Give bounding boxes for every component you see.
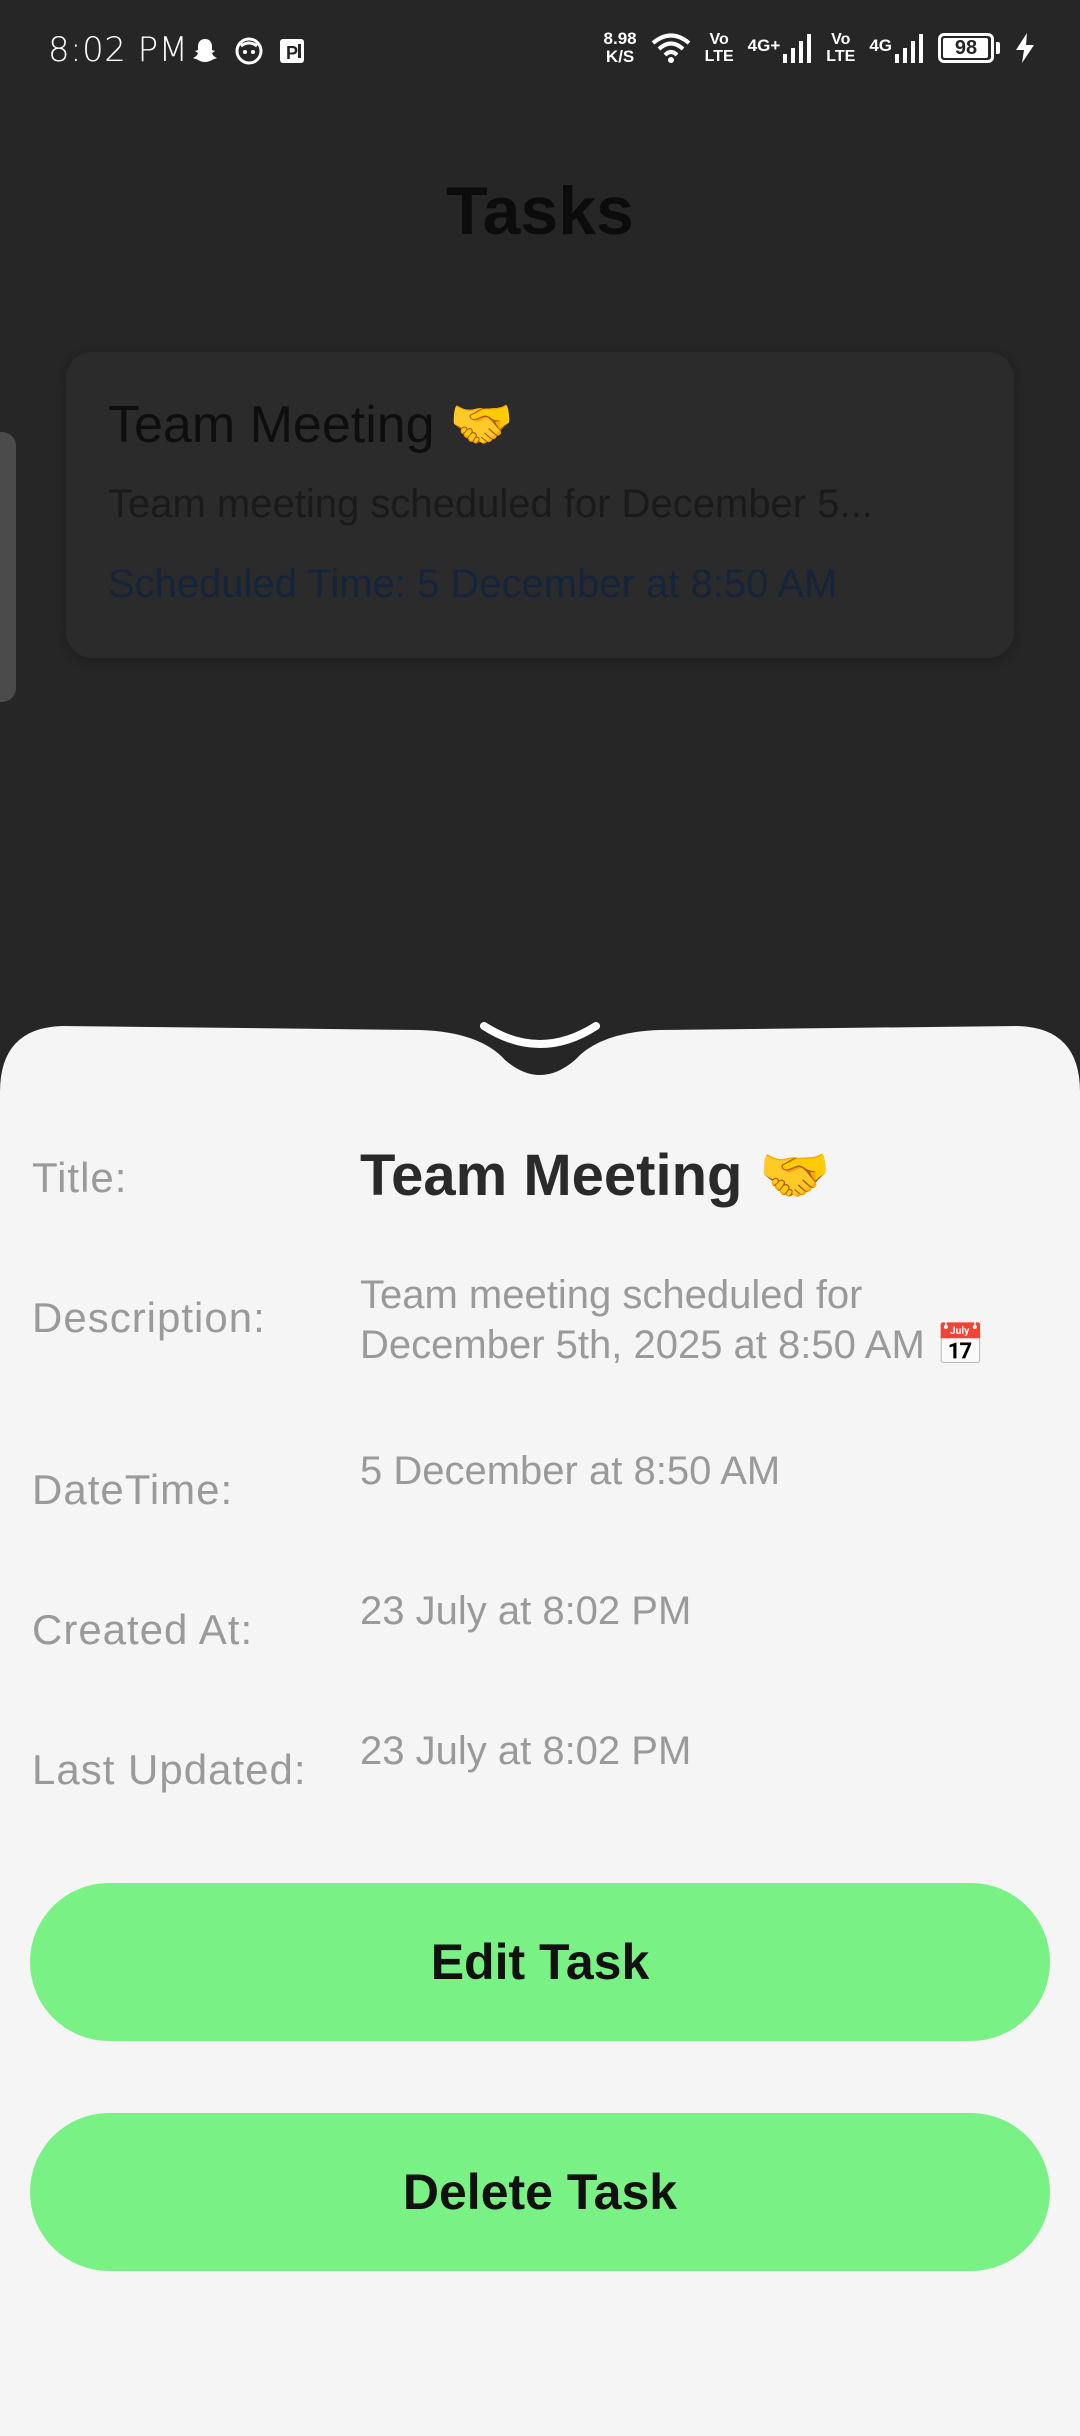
net-speed-unit: K/S [605,47,635,66]
signal-group-1: 4G+ [748,32,813,64]
created-at-label: Created At: [32,1606,254,1653]
charging-bolt-icon [1016,33,1034,63]
task-card[interactable]: Team Meeting 🤝 Team meeting scheduled fo… [66,352,1014,658]
edit-task-button[interactable]: Edit Task [30,1883,1050,2041]
datetime-label: DateTime: [32,1466,234,1513]
signal-group-2: 4G [869,32,924,64]
task-card-title: Team Meeting 🤝 [108,396,514,454]
wifi-icon [651,33,690,63]
sheet-content: Title: Team Meeting 🤝 Description: Team … [0,1020,1080,2436]
status-time: 8:02 PM [48,30,189,70]
title-value: Team Meeting 🤝 [360,1143,831,1208]
description-value: Team meeting scheduled for December 5th,… [360,1273,986,1367]
task-card-description: Team meeting scheduled for December 5... [108,482,873,526]
signal-icon [783,34,812,63]
volte-indicator-1: Vo LTE [705,31,734,65]
status-right: 8.98 K/S Vo LTE 4G+ Vo LTE 4G 98 [604,30,1036,66]
created-at-value: 23 July at 8:02 PM [360,1589,692,1633]
page-title: Tasks [446,173,634,249]
volte-1-top: Vo [709,31,729,48]
net-speed-value: 8.98 [603,29,637,48]
volte-2-bottom: LTE [826,48,856,65]
notification-icons: P [190,36,306,66]
face-icon [235,37,263,65]
last-updated-value: 23 July at 8:02 PM [360,1729,692,1773]
datetime-value: 5 December at 8:50 AM [360,1449,781,1493]
side-edge-handle[interactable] [0,432,16,702]
network-type-2: 4G [869,36,892,55]
volte-indicator-2: Vo LTE [826,31,855,65]
battery-icon: 98 [938,33,994,63]
signal-icon [895,34,923,63]
volte-1-bottom: LTE [704,48,734,65]
task-details-sheet: Title: Team Meeting 🤝 Description: Team … [0,1020,1080,2436]
parking-app-icon: P [280,39,304,63]
volte-2-top: Vo [831,31,851,48]
delete-task-button[interactable]: Delete Task [30,2113,1050,2271]
snapchat-icon [193,39,217,62]
battery-group: 98 [938,33,1000,63]
title-label: Title: [32,1154,128,1201]
battery-level: 98 [954,36,978,59]
description-label: Description: [32,1294,266,1341]
task-card-scheduled-time: Scheduled Time: 5 December at 8:50 AM [108,562,838,606]
battery-cap [996,42,1000,54]
svg-text:P: P [286,43,298,63]
network-type-1: 4G+ [747,36,781,55]
last-updated-label: Last Updated: [32,1746,307,1793]
network-speed: 8.98 K/S [604,30,637,66]
status-bar: 8:02 PM P 8.98 K/S Vo LTE 4G+ Vo LTE 4G … [0,0,1080,110]
